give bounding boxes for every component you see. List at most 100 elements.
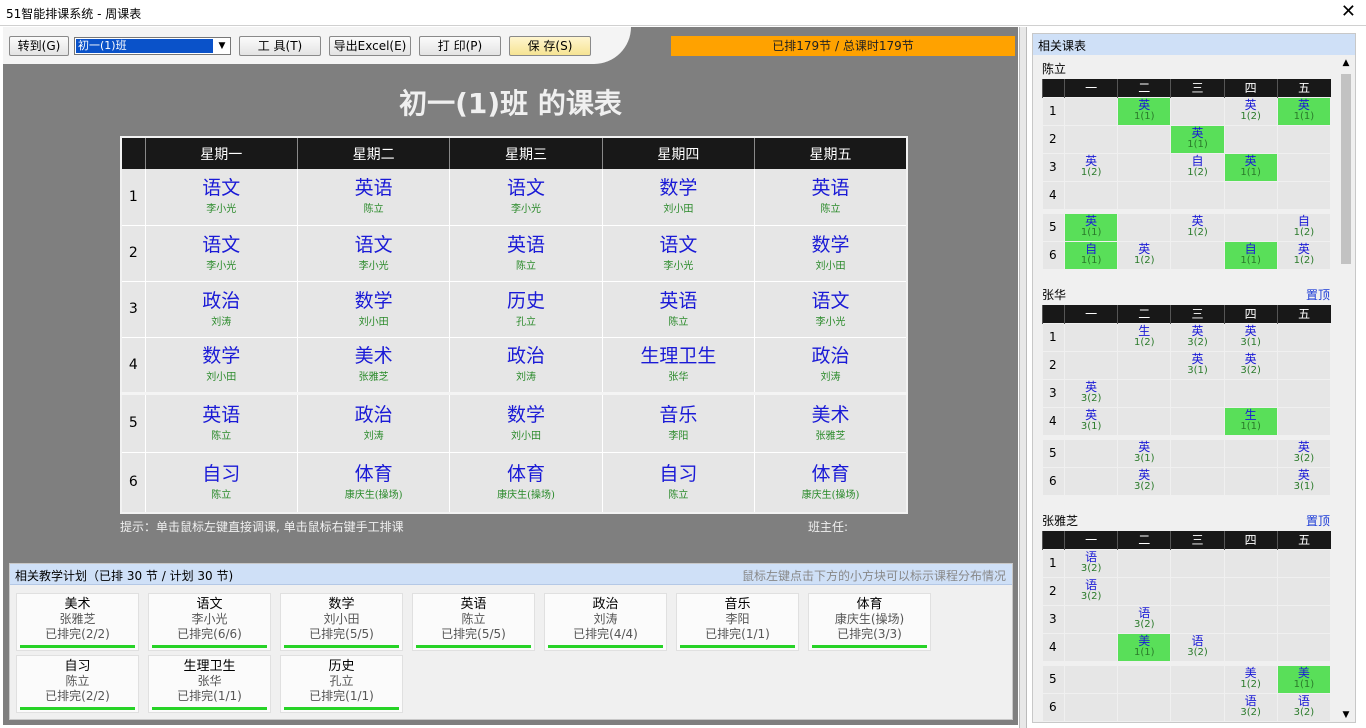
related-cell[interactable] bbox=[1277, 351, 1330, 379]
related-cell[interactable] bbox=[1065, 125, 1118, 153]
plan-progress-bar[interactable] bbox=[680, 645, 795, 648]
related-cell[interactable]: 英3(1) bbox=[1224, 323, 1277, 351]
related-cell[interactable] bbox=[1277, 605, 1330, 633]
plan-card[interactable]: 英语陈立已排完(5/5) bbox=[412, 593, 535, 651]
related-cell[interactable] bbox=[1224, 181, 1277, 209]
related-cell[interactable] bbox=[1224, 633, 1277, 661]
related-cell[interactable] bbox=[1171, 407, 1224, 435]
related-cell[interactable] bbox=[1277, 125, 1330, 153]
related-cell[interactable] bbox=[1224, 439, 1277, 467]
pin-top-link[interactable]: 置顶 bbox=[1306, 512, 1330, 529]
plan-progress-bar[interactable] bbox=[152, 707, 267, 710]
lesson-cell[interactable]: 语文李小光 bbox=[755, 281, 907, 337]
related-cell[interactable]: 英1(2) bbox=[1277, 241, 1330, 269]
related-cell[interactable]: 美1(2) bbox=[1224, 665, 1277, 693]
splitter[interactable] bbox=[1019, 27, 1027, 728]
lesson-cell[interactable]: 英语陈立 bbox=[297, 169, 449, 225]
related-cell[interactable]: 英3(2) bbox=[1277, 439, 1330, 467]
lesson-cell[interactable]: 语文李小光 bbox=[297, 225, 449, 281]
related-cell[interactable]: 英3(2) bbox=[1224, 351, 1277, 379]
lesson-cell[interactable]: 语文李小光 bbox=[602, 225, 754, 281]
plan-progress-bar[interactable] bbox=[284, 707, 399, 710]
tools-button[interactable]: 工 具(T) bbox=[239, 36, 321, 56]
related-cell[interactable] bbox=[1118, 577, 1171, 605]
related-cell[interactable]: 自1(1) bbox=[1224, 241, 1277, 269]
lesson-cell[interactable]: 英语陈立 bbox=[450, 225, 602, 281]
lesson-cell[interactable]: 音乐李阳 bbox=[602, 393, 754, 452]
related-cell[interactable]: 英1(2) bbox=[1171, 213, 1224, 241]
plan-progress-bar[interactable] bbox=[812, 645, 927, 648]
lesson-cell[interactable]: 体育康庆生(操场) bbox=[755, 452, 907, 513]
related-cell[interactable]: 英1(2) bbox=[1065, 153, 1118, 181]
related-cell[interactable]: 语3(2) bbox=[1171, 633, 1224, 661]
related-cell[interactable]: 语3(2) bbox=[1065, 549, 1118, 577]
related-cell[interactable]: 英3(2) bbox=[1171, 323, 1224, 351]
plan-card[interactable]: 生理卫生张华已排完(1/1) bbox=[148, 655, 271, 713]
chevron-down-icon[interactable]: ▼ bbox=[214, 38, 230, 54]
lesson-cell[interactable]: 英语陈立 bbox=[602, 281, 754, 337]
lesson-cell[interactable]: 语文李小光 bbox=[145, 169, 297, 225]
plan-progress-bar[interactable] bbox=[20, 645, 135, 648]
related-cell[interactable]: 英1(1) bbox=[1224, 153, 1277, 181]
related-cell[interactable] bbox=[1224, 379, 1277, 407]
related-cell[interactable] bbox=[1171, 241, 1224, 269]
lesson-cell[interactable]: 数学刘小田 bbox=[145, 337, 297, 393]
related-cell[interactable] bbox=[1277, 577, 1330, 605]
scroll-thumb[interactable] bbox=[1341, 74, 1351, 264]
related-cell[interactable] bbox=[1118, 153, 1171, 181]
related-cell[interactable]: 生1(1) bbox=[1224, 407, 1277, 435]
lesson-cell[interactable]: 政治刘涛 bbox=[297, 393, 449, 452]
lesson-cell[interactable]: 数学刘小田 bbox=[450, 393, 602, 452]
plan-card[interactable]: 体育康庆生(操场)已排完(3/3) bbox=[808, 593, 931, 651]
lesson-cell[interactable]: 政治刘涛 bbox=[145, 281, 297, 337]
related-cell[interactable] bbox=[1118, 213, 1171, 241]
related-cell[interactable]: 语3(2) bbox=[1277, 693, 1330, 721]
lesson-cell[interactable]: 生理卫生张华 bbox=[602, 337, 754, 393]
related-cell[interactable]: 英3(2) bbox=[1118, 467, 1171, 495]
related-cell[interactable] bbox=[1065, 665, 1118, 693]
related-cell[interactable]: 英3(1) bbox=[1171, 351, 1224, 379]
lesson-cell[interactable]: 语文李小光 bbox=[145, 225, 297, 281]
vertical-scrollbar[interactable]: ▲ ▼ bbox=[1338, 56, 1354, 722]
close-icon[interactable]: ✕ bbox=[1341, 1, 1356, 22]
related-cell[interactable] bbox=[1171, 577, 1224, 605]
related-cell[interactable]: 自1(2) bbox=[1171, 153, 1224, 181]
save-button[interactable]: 保 存(S) bbox=[509, 36, 591, 56]
related-cell[interactable] bbox=[1171, 549, 1224, 577]
related-cell[interactable] bbox=[1171, 693, 1224, 721]
lesson-cell[interactable]: 数学刘小田 bbox=[755, 225, 907, 281]
plan-progress-bar[interactable] bbox=[284, 645, 399, 648]
plan-card[interactable]: 自习陈立已排完(2/2) bbox=[16, 655, 139, 713]
related-cell[interactable] bbox=[1277, 633, 1330, 661]
plan-card[interactable]: 音乐李阳已排完(1/1) bbox=[676, 593, 799, 651]
plan-card[interactable]: 政治刘涛已排完(4/4) bbox=[544, 593, 667, 651]
related-cell[interactable] bbox=[1277, 323, 1330, 351]
related-cell[interactable] bbox=[1065, 467, 1118, 495]
related-cell[interactable] bbox=[1065, 181, 1118, 209]
lesson-cell[interactable]: 政治刘涛 bbox=[450, 337, 602, 393]
related-cell[interactable] bbox=[1171, 467, 1224, 495]
related-cell[interactable] bbox=[1118, 693, 1171, 721]
related-cell[interactable] bbox=[1224, 467, 1277, 495]
related-cell[interactable] bbox=[1118, 407, 1171, 435]
plan-progress-bar[interactable] bbox=[416, 645, 531, 648]
related-cell[interactable] bbox=[1171, 439, 1224, 467]
related-cell[interactable]: 英1(2) bbox=[1224, 97, 1277, 125]
lesson-cell[interactable]: 英语陈立 bbox=[145, 393, 297, 452]
plan-card[interactable]: 美术张雅芝已排完(2/2) bbox=[16, 593, 139, 651]
related-cell[interactable] bbox=[1277, 379, 1330, 407]
related-cell[interactable]: 英3(1) bbox=[1277, 467, 1330, 495]
related-cell[interactable] bbox=[1065, 97, 1118, 125]
lesson-cell[interactable]: 美术张雅芝 bbox=[297, 337, 449, 393]
export-excel-button[interactable]: 导出Excel(E) bbox=[329, 36, 411, 56]
related-cell[interactable] bbox=[1224, 213, 1277, 241]
scroll-down-icon[interactable]: ▼ bbox=[1338, 710, 1354, 720]
related-cell[interactable]: 英3(1) bbox=[1065, 407, 1118, 435]
lesson-cell[interactable]: 体育康庆生(操场) bbox=[297, 452, 449, 513]
related-cell[interactable] bbox=[1171, 379, 1224, 407]
lesson-cell[interactable]: 自习陈立 bbox=[602, 452, 754, 513]
related-cell[interactable] bbox=[1224, 577, 1277, 605]
goto-button[interactable]: 转到(G) bbox=[9, 36, 69, 56]
related-cell[interactable] bbox=[1118, 665, 1171, 693]
related-cell[interactable]: 自1(1) bbox=[1065, 241, 1118, 269]
